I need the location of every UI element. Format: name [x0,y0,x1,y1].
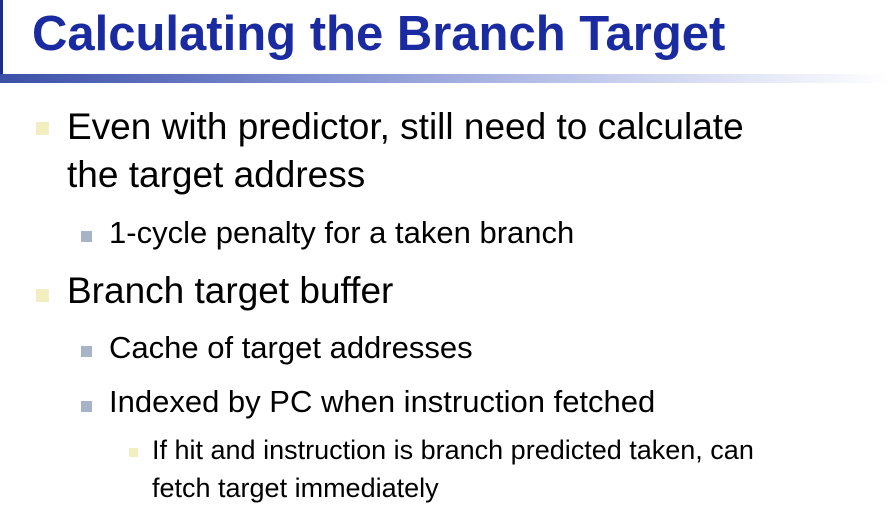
bullet-text: Cache of target addresses [109,330,473,365]
bullet-text: fetch target immediately [152,473,439,503]
title-left-rule [0,0,3,80]
bullet-text: Branch target buffer [67,270,394,311]
bullet-marker [36,289,49,302]
bullet-text: the target address [67,154,366,195]
title-bar: Calculating the Branch Target [0,0,892,83]
bullet-text: 1-cycle penalty for a taken branch [109,215,575,250]
bullet-text: Indexed by PC when instruction fetched [109,384,656,419]
bullet-marker [36,122,49,135]
bullet-marker [81,231,92,242]
bullet-marker [81,401,92,412]
title-underline [0,74,892,83]
bullet-marker [129,448,138,457]
bullet-text: If hit and instruction is branch predict… [152,435,754,465]
bullet-text: Even with predictor, still need to calcu… [67,106,744,147]
bullet-marker [81,346,92,357]
slide: Calculating the Branch Target Even with … [0,0,892,526]
slide-title: Calculating the Branch Target [32,7,726,61]
